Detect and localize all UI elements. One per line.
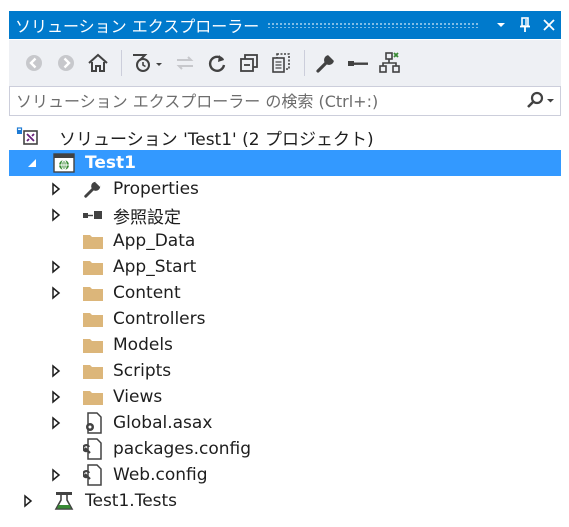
tree-node-solution[interactable]: ソリューション 'Test1' (2 プロジェクト) <box>9 124 561 150</box>
title-grip[interactable] <box>267 22 479 28</box>
refresh-button[interactable] <box>202 48 232 78</box>
folder-icon <box>81 229 105 253</box>
expand-arrow-icon[interactable] <box>49 208 63 222</box>
title-bar[interactable]: ソリューション エクスプローラー <box>9 11 561 39</box>
tree-node-global-asax[interactable]: Global.asax <box>9 410 561 436</box>
tree-node-content[interactable]: Content <box>9 280 561 306</box>
expand-arrow-icon[interactable] <box>49 416 63 430</box>
test-project-icon <box>52 489 76 513</box>
tree-node-references[interactable]: 参照設定 <box>9 202 561 228</box>
properties-button[interactable] <box>311 48 341 78</box>
search-box[interactable] <box>9 86 561 116</box>
folder-icon <box>81 281 105 305</box>
forward-icon <box>58 55 74 71</box>
tree-item-label: Content <box>113 283 181 303</box>
expand-arrow-icon[interactable] <box>49 390 63 404</box>
collapse-all-button[interactable] <box>234 48 264 78</box>
tree-node-packages-config[interactable]: packages.config <box>9 436 561 462</box>
tree-item-label: Scripts <box>113 361 172 381</box>
tree-item-label: Models <box>113 335 173 355</box>
tree-item-label: 参照設定 <box>113 207 181 228</box>
tree-item-label: Controllers <box>113 309 206 329</box>
tree-item-label: Views <box>113 387 163 407</box>
solution-label: ソリューション 'Test1' (2 プロジェクト) <box>59 129 374 150</box>
tree-node-web-config[interactable]: Web.config <box>9 462 561 488</box>
refresh-icon <box>208 55 226 72</box>
home-button[interactable] <box>83 48 113 78</box>
tree-node-views[interactable]: Views <box>9 384 561 410</box>
toolbar-separator <box>121 50 122 76</box>
tree-item-label: App_Data <box>113 231 196 251</box>
wrench-icon <box>316 55 334 73</box>
expand-arrow-icon[interactable] <box>49 364 63 378</box>
solution-tree: ソリューション 'Test1' (2 プロジェクト) Test1 Propert… <box>9 124 561 524</box>
tree-item-label: Properties <box>113 179 199 199</box>
tree-item-label: Web.config <box>113 465 208 485</box>
folder-icon <box>81 385 105 409</box>
config-file-icon <box>81 463 105 487</box>
window-position-dropdown-button[interactable] <box>489 11 513 39</box>
sync-with-active-document-button[interactable] <box>170 48 200 78</box>
close-button[interactable] <box>537 11 561 39</box>
tree-node-models[interactable]: Models <box>9 332 561 358</box>
solution-explorer-window: ソリューション エクスプローラー ソリューション エクスプローラー の検索 (C… <box>0 0 569 527</box>
folder-icon <box>81 255 105 279</box>
folder-icon <box>81 333 105 357</box>
tree-item-label: App_Start <box>113 257 197 277</box>
expand-arrow-icon[interactable] <box>49 286 63 300</box>
tree-node-properties[interactable]: Properties <box>9 176 561 202</box>
tree-item-label: packages.config <box>113 439 252 459</box>
pin-icon <box>520 17 530 32</box>
auto-hide-pin-button[interactable] <box>513 11 537 39</box>
tree-item-label: Global.asax <box>113 413 213 433</box>
forward-button[interactable] <box>51 48 81 78</box>
home-icon <box>88 53 108 72</box>
clock-filter-icon <box>133 54 162 72</box>
show-all-files-icon <box>272 53 290 73</box>
project-label: Test1 <box>85 153 136 173</box>
references-icon <box>81 203 105 227</box>
tree-node-app-data[interactable]: App_Data <box>9 228 561 254</box>
back-button[interactable] <box>19 48 49 78</box>
search-options-button[interactable] <box>520 87 560 115</box>
expand-arrow-icon[interactable] <box>49 260 63 274</box>
wrench-icon <box>81 177 105 201</box>
solution-icon <box>15 125 39 149</box>
view-class-diagram-button[interactable] <box>375 48 405 78</box>
tree-node-app-start[interactable]: App_Start <box>9 254 561 280</box>
folder-icon <box>81 307 105 331</box>
tree-node-project[interactable]: Test1 <box>9 150 561 176</box>
tree-node-test-project[interactable]: Test1.Tests <box>9 488 561 514</box>
asax-file-icon <box>81 411 105 435</box>
config-file-icon <box>81 437 105 461</box>
collapse-arrow-icon[interactable] <box>25 156 39 170</box>
back-icon <box>26 55 42 71</box>
toolbar <box>9 40 561 86</box>
tree-node-scripts[interactable]: Scripts <box>9 358 561 384</box>
chevron-down-icon <box>497 23 505 27</box>
toolbar-separator <box>304 50 305 76</box>
window-title: ソリューション エクスプローラー <box>15 17 260 36</box>
close-icon <box>543 19 555 31</box>
pending-changes-filter-button[interactable] <box>128 48 168 78</box>
show-all-files-button[interactable] <box>266 48 296 78</box>
expand-arrow-icon[interactable] <box>21 494 35 508</box>
sync-icon <box>176 56 194 70</box>
folder-icon <box>81 359 105 383</box>
test-project-label: Test1.Tests <box>85 491 178 511</box>
collapse-all-icon <box>240 54 258 72</box>
expand-arrow-icon[interactable] <box>49 468 63 482</box>
search-input[interactable] <box>10 90 520 112</box>
tree-node-controllers[interactable]: Controllers <box>9 306 561 332</box>
minus-icon <box>348 61 368 66</box>
preview-selected-items-button[interactable] <box>343 48 373 78</box>
search-icon <box>527 91 554 108</box>
expand-arrow-icon[interactable] <box>49 182 63 196</box>
web-project-icon <box>52 151 76 175</box>
class-diagram-icon <box>379 52 400 73</box>
